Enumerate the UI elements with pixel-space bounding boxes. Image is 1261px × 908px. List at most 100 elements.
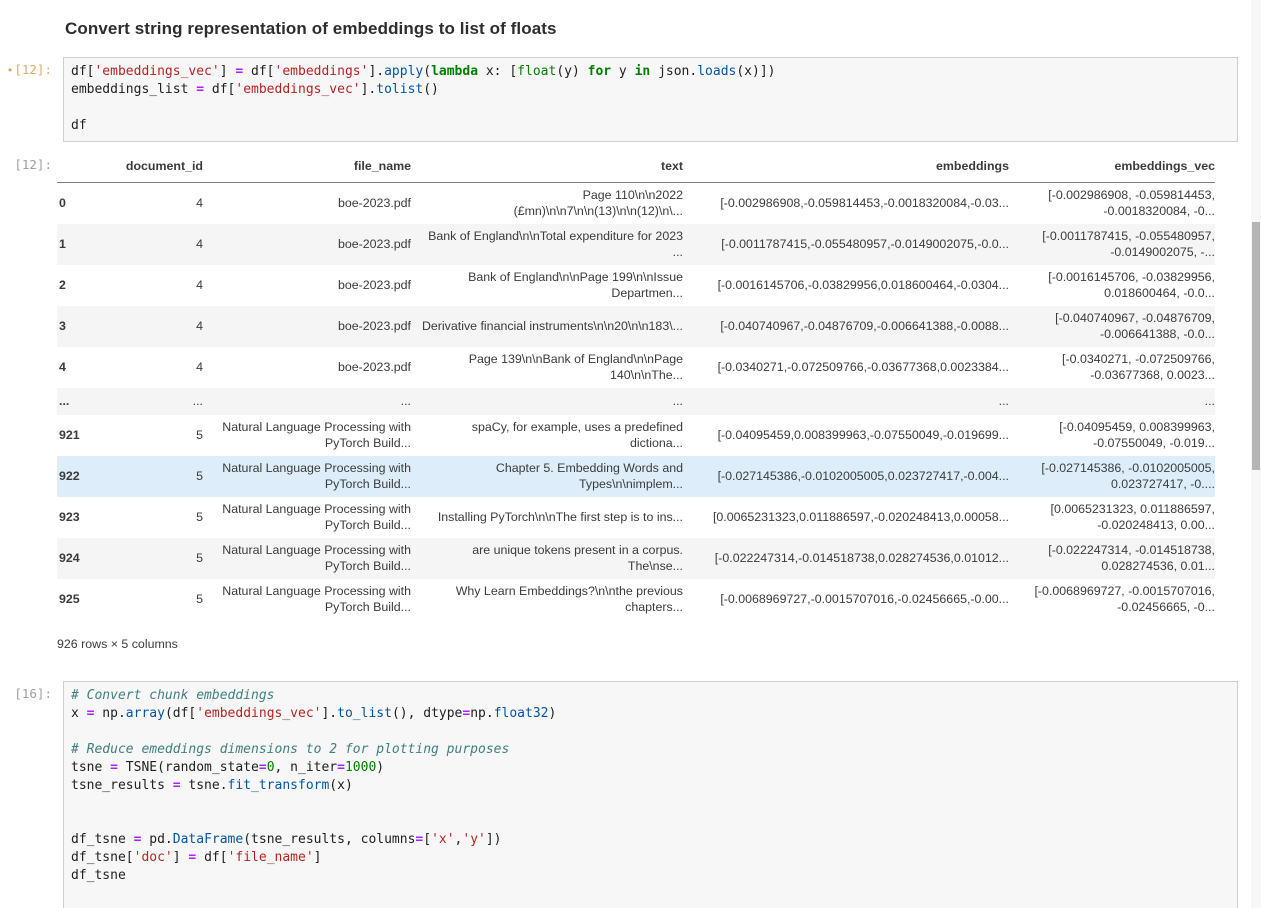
table-cell: ...	[683, 394, 1009, 410]
table-cell: ...	[85, 394, 203, 410]
column-header: embeddings	[683, 159, 1009, 175]
notebook-page: Convert string representation of embeddi…	[0, 0, 1261, 908]
table-cell: ...	[203, 394, 411, 410]
table-cell: Natural Language Processing with PyTorch…	[203, 420, 411, 452]
dataframe-summary: 926 rows × 5 columns	[57, 637, 1261, 651]
code-line: df_tsne = pd.DataFrame(tsne_results, col…	[71, 831, 1230, 849]
row-index: 924	[57, 551, 85, 567]
code-editor-16[interactable]: # Convert chunk embeddingsx = np.array(d…	[63, 681, 1238, 908]
code-line: df['embeddings_vec'] = df['embeddings'].…	[71, 63, 1230, 81]
row-index: 2	[57, 278, 85, 294]
row-index: 921	[57, 428, 85, 444]
input-prompt-label: [12]:	[14, 62, 52, 77]
table-row: 24boe-2023.pdfBank of England\n\nPage 19…	[57, 265, 1215, 306]
code-line	[71, 813, 1230, 831]
table-row: 9245Natural Language Processing with PyT…	[57, 538, 1215, 579]
table-cell: Natural Language Processing with PyTorch…	[203, 502, 411, 534]
code-line: df_tsne	[71, 867, 1230, 885]
column-header: file_name	[203, 159, 411, 175]
code-line: # Reduce emeddings dimensions to 2 for p…	[71, 741, 1230, 759]
code-line: # Convert chunk embeddings	[71, 687, 1230, 705]
input-prompt-16: [16]:	[0, 681, 52, 701]
vertical-scrollbar-thumb[interactable]	[1252, 222, 1260, 470]
table-cell: Page 139\n\nBank of England\n\nPage 140\…	[411, 352, 683, 384]
table-cell: [-0.0011787415,-0.055480957,-0.014900207…	[683, 237, 1009, 253]
table-cell: 4	[85, 319, 203, 335]
table-cell: 4	[85, 360, 203, 376]
input-prompt-12: •[12]:	[0, 57, 52, 77]
table-cell: [-0.0340271, -0.072509766, -0.03677368, …	[1009, 352, 1215, 384]
vertical-scrollbar[interactable]	[1251, 0, 1261, 908]
table-cell: [-0.0016145706, -0.03829956, 0.018600464…	[1009, 270, 1215, 302]
table-cell: Natural Language Processing with PyTorch…	[203, 461, 411, 493]
table-cell: [-0.0011787415, -0.055480957, -0.0149002…	[1009, 229, 1215, 261]
table-cell: 4	[85, 278, 203, 294]
table-cell: [-0.022247314,-0.014518738,0.028274536,0…	[683, 551, 1009, 567]
table-cell: are unique tokens present in a corpus. T…	[411, 543, 683, 575]
table-cell: boe-2023.pdf	[203, 319, 411, 335]
column-header: document_id	[85, 159, 203, 175]
table-row: 9255Natural Language Processing with PyT…	[57, 579, 1215, 620]
table-cell: Installing PyTorch\n\nThe first step is …	[411, 510, 683, 526]
table-row: 9225Natural Language Processing with PyT…	[57, 456, 1215, 497]
table-row: 14boe-2023.pdfBank of England\n\nTotal e…	[57, 224, 1215, 265]
row-index: 923	[57, 510, 85, 526]
table-cell: Bank of England\n\nPage 199\n\nIssue Dep…	[411, 270, 683, 302]
table-cell: [-0.0068969727,-0.0015707016,-0.02456665…	[683, 592, 1009, 608]
table-row: 9215Natural Language Processing with PyT…	[57, 415, 1215, 456]
table-row: 04boe-2023.pdfPage 110\n\n2022 (£mn)\n\n…	[57, 183, 1215, 224]
column-header: embeddings_vec	[1009, 159, 1215, 175]
table-cell: 4	[85, 196, 203, 212]
table-row: ..................	[57, 388, 1215, 415]
output-area-12: [12]: document_idfile_nametextembeddings…	[0, 152, 1261, 651]
table-cell: Page 110\n\n2022 (£mn)\n\n7\n\n(13)\n\n(…	[411, 188, 683, 220]
table-header-row: document_idfile_nametextembeddingsembedd…	[57, 152, 1215, 183]
code-line: embeddings_list = df['embeddings_vec'].t…	[71, 81, 1230, 99]
row-index: 925	[57, 592, 85, 608]
row-index: ...	[57, 394, 85, 410]
output-prompt-12: [12]:	[0, 152, 52, 172]
markdown-heading: Convert string representation of embeddi…	[0, 0, 1261, 39]
table-cell: [-0.0016145706,-0.03829956,0.018600464,-…	[683, 278, 1009, 294]
code-line: tsne = TSNE(random_state=0, n_iter=1000)	[71, 759, 1230, 777]
table-cell: [-0.022247314, -0.014518738, 0.028274536…	[1009, 543, 1215, 575]
table-row: 34boe-2023.pdfDerivative financial instr…	[57, 306, 1215, 347]
table-cell: 5	[85, 551, 203, 567]
table-cell: 5	[85, 592, 203, 608]
table-cell: ...	[411, 394, 683, 410]
table-cell: 5	[85, 428, 203, 444]
table-cell: boe-2023.pdf	[203, 196, 411, 212]
table-row: 44boe-2023.pdfPage 139\n\nBank of Englan…	[57, 347, 1215, 388]
table-cell: [-0.002986908, -0.059814453, -0.00183200…	[1009, 188, 1215, 220]
table-cell: boe-2023.pdf	[203, 237, 411, 253]
table-cell: boe-2023.pdf	[203, 278, 411, 294]
table-cell: spaCy, for example, uses a predefined di…	[411, 420, 683, 452]
row-index: 3	[57, 319, 85, 335]
code-line	[71, 99, 1230, 117]
table-cell: [0.0065231323,0.011886597,-0.020248413,0…	[683, 510, 1009, 526]
code-cell-12: •[12]: df['embeddings_vec'] = df['embedd…	[0, 57, 1261, 142]
row-index: 1	[57, 237, 85, 253]
table-row: 9235Natural Language Processing with PyT…	[57, 497, 1215, 538]
code-line: df	[71, 117, 1230, 135]
code-cell-16: [16]: # Convert chunk embeddingsx = np.a…	[0, 681, 1261, 908]
table-cell: [-0.04095459,0.008399963,-0.07550049,-0.…	[683, 428, 1009, 444]
code-line	[71, 795, 1230, 813]
table-cell: [0.0065231323, 0.011886597, -0.020248413…	[1009, 502, 1215, 534]
code-line	[71, 723, 1230, 741]
table-cell: [-0.040740967, -0.04876709, -0.006641388…	[1009, 311, 1215, 343]
code-editor-12[interactable]: df['embeddings_vec'] = df['embeddings'].…	[63, 57, 1238, 142]
table-cell: [-0.002986908,-0.059814453,-0.0018320084…	[683, 196, 1009, 212]
row-index: 0	[57, 196, 85, 212]
table-cell: Chapter 5. Embedding Words and Types\n\n…	[411, 461, 683, 493]
row-index: 922	[57, 469, 85, 485]
table-cell: [-0.0340271,-0.072509766,-0.03677368,0.0…	[683, 360, 1009, 376]
kernel-busy-dot: •	[7, 64, 14, 77]
table-cell: boe-2023.pdf	[203, 360, 411, 376]
code-line: df_tsne['doc'] = df['file_name']	[71, 849, 1230, 867]
code-line: x = np.array(df['embeddings_vec'].to_lis…	[71, 705, 1230, 723]
table-cell: [-0.027145386,-0.0102005005,0.023727417,…	[683, 469, 1009, 485]
table-cell: [-0.027145386, -0.0102005005, 0.02372741…	[1009, 461, 1215, 493]
dataframe-output: document_idfile_nametextembeddingsembedd…	[57, 152, 1261, 651]
table-cell: [-0.040740967,-0.04876709,-0.006641388,-…	[683, 319, 1009, 335]
